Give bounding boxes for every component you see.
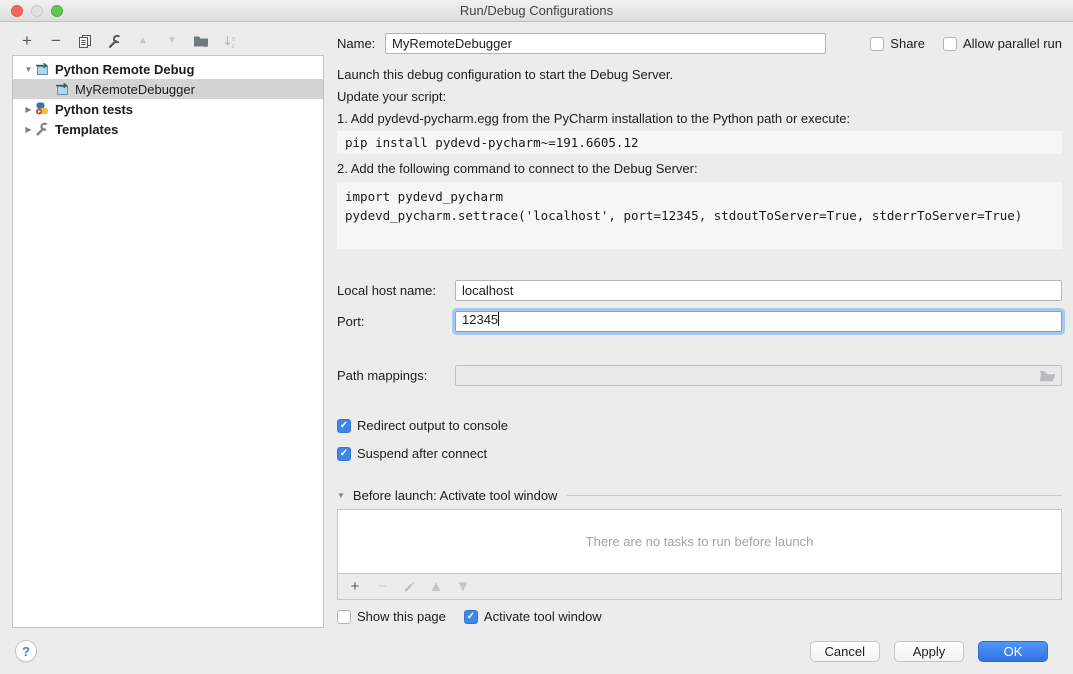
- before-launch-section-header: ▼ Before launch: Activate tool window: [337, 488, 1062, 503]
- activate-tool-window-checkbox[interactable]: ✓: [464, 610, 478, 624]
- tree-item-label: MyRemoteDebugger: [72, 82, 195, 97]
- path-mappings-input[interactable]: [455, 365, 1062, 386]
- redirect-output-row[interactable]: ✓ Redirect output to console: [337, 418, 1062, 433]
- text-caret: [498, 312, 499, 326]
- before-launch-label: Before launch: Activate tool window: [353, 488, 558, 503]
- configuration-form: Name: Share Allow parallel run Launch th…: [337, 22, 1062, 624]
- edit-task-pencil-icon: [402, 580, 416, 594]
- zoom-window-button[interactable]: [51, 5, 63, 17]
- sort-alphabetically-icon: a z: [221, 32, 239, 50]
- configurations-toolbar: + − ▲ ▼ a z: [18, 31, 239, 51]
- section-divider: [567, 495, 1062, 496]
- tree-item-myremotedebugger[interactable]: MyRemoteDebugger: [13, 79, 323, 99]
- ok-button[interactable]: OK: [978, 641, 1048, 662]
- show-this-page-checkbox[interactable]: [337, 610, 351, 624]
- allow-parallel-run-checkbox-row[interactable]: Allow parallel run: [943, 36, 1062, 51]
- copy-configuration-icon[interactable]: [76, 32, 94, 50]
- svg-text:z: z: [231, 43, 234, 49]
- remove-task-button: −: [375, 580, 389, 594]
- close-window-button[interactable]: [11, 5, 23, 17]
- title-bar: Run/Debug Configurations: [0, 0, 1073, 22]
- edit-defaults-wrench-icon[interactable]: [105, 32, 123, 50]
- check-icon: ✓: [467, 612, 475, 622]
- cancel-button[interactable]: Cancel: [810, 641, 880, 662]
- check-icon: ✓: [340, 421, 348, 431]
- minimize-window-button: [31, 5, 43, 17]
- share-label: Share: [890, 36, 925, 51]
- port-label: Port:: [337, 314, 455, 329]
- move-task-down-button: ▼: [456, 580, 470, 594]
- tree-item-label: Python Remote Debug: [52, 62, 194, 77]
- before-launch-tasks-panel: There are no tasks to run before launch …: [337, 509, 1062, 600]
- intro-text: Launch this debug configuration to start…: [337, 67, 1062, 83]
- dialog-buttons: Cancel Apply OK: [810, 641, 1048, 662]
- local-host-name-input[interactable]: [455, 280, 1062, 301]
- check-icon: ✓: [340, 449, 348, 459]
- settrace-code-block: import pydevd_pycharm pydevd_pycharm.set…: [337, 182, 1062, 249]
- name-label: Name:: [337, 36, 385, 51]
- code-line-2: pydevd_pycharm.settrace('localhost', por…: [345, 206, 1054, 225]
- move-task-up-button: ▲: [429, 580, 443, 594]
- no-tasks-message: There are no tasks to run before launch: [338, 510, 1061, 573]
- browse-folder-icon[interactable]: [1039, 369, 1057, 382]
- add-task-button[interactable]: +: [348, 580, 362, 594]
- port-value: 12345: [462, 312, 498, 327]
- tasks-toolbar: + − ▲ ▼: [338, 573, 1061, 599]
- step1-text: 1. Add pydevd-pycharm.egg from the PyCha…: [337, 111, 1062, 127]
- window-title: Run/Debug Configurations: [0, 0, 1073, 21]
- show-this-page-label: Show this page: [357, 609, 446, 624]
- remove-configuration-button[interactable]: −: [47, 32, 65, 50]
- share-checkbox-row[interactable]: Share: [870, 36, 925, 51]
- add-configuration-button[interactable]: +: [18, 32, 36, 50]
- collapse-triangle-icon[interactable]: ▼: [337, 491, 345, 500]
- help-button[interactable]: ?: [15, 640, 37, 662]
- path-mappings-label: Path mappings:: [337, 368, 455, 383]
- suspend-after-connect-row[interactable]: ✓ Suspend after connect: [337, 446, 1062, 461]
- suspend-after-connect-checkbox[interactable]: ✓: [337, 447, 351, 461]
- code-line-1: import pydevd_pycharm: [345, 187, 1054, 206]
- allow-parallel-run-label: Allow parallel run: [963, 36, 1062, 51]
- remote-debug-icon: [55, 83, 72, 96]
- share-checkbox[interactable]: [870, 37, 884, 51]
- svg-text:a: a: [231, 35, 235, 42]
- chevron-right-icon[interactable]: ▶: [22, 125, 35, 134]
- chevron-down-icon[interactable]: ▼: [22, 65, 35, 74]
- suspend-after-connect-label: Suspend after connect: [357, 446, 487, 461]
- activate-tool-window-label: Activate tool window: [484, 609, 602, 624]
- chevron-right-icon[interactable]: ▶: [22, 105, 35, 114]
- remote-debug-icon: [35, 63, 52, 76]
- apply-button[interactable]: Apply: [894, 641, 964, 662]
- move-down-button: ▼: [163, 32, 181, 50]
- tree-item-label: Python tests: [52, 102, 133, 117]
- help-icon: ?: [22, 644, 30, 659]
- step2-text: 2. Add the following command to connect …: [337, 161, 1062, 177]
- configurations-tree: ▼ Python Remote Debug MyRemoteDebugger ▶: [12, 55, 324, 628]
- templates-wrench-icon: [35, 122, 52, 136]
- show-this-page-row[interactable]: Show this page: [337, 609, 446, 624]
- tree-item-label: Templates: [52, 122, 118, 137]
- tree-item-python-tests[interactable]: ▶ Python tests: [13, 99, 323, 119]
- tree-item-python-remote-debug[interactable]: ▼ Python Remote Debug: [13, 59, 323, 79]
- traffic-lights: [11, 5, 63, 17]
- python-tests-icon: [35, 102, 52, 116]
- pip-command-code: pip install pydevd-pycharm~=191.6605.12: [337, 131, 1062, 154]
- port-input[interactable]: 12345: [455, 311, 1062, 332]
- tree-item-templates[interactable]: ▶ Templates: [13, 119, 323, 139]
- activate-tool-window-row[interactable]: ✓ Activate tool window: [464, 609, 602, 624]
- redirect-output-checkbox[interactable]: ✓: [337, 419, 351, 433]
- update-script-text: Update your script:: [337, 89, 1062, 105]
- name-input[interactable]: [385, 33, 826, 54]
- new-folder-icon[interactable]: [192, 32, 210, 50]
- redirect-output-label: Redirect output to console: [357, 418, 508, 433]
- move-up-button: ▲: [134, 32, 152, 50]
- allow-parallel-run-checkbox[interactable]: [943, 37, 957, 51]
- local-host-name-label: Local host name:: [337, 283, 455, 298]
